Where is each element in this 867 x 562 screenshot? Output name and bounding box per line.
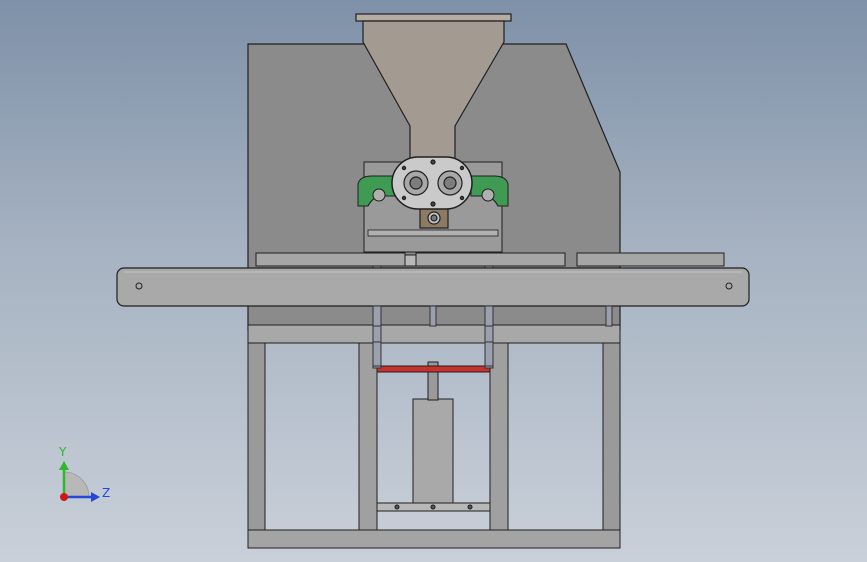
mount-crossbar [367, 229, 499, 237]
cad-viewport[interactable]: Y Z [0, 0, 867, 562]
triad-z-label: Z [102, 486, 110, 500]
coordinate-triad: Y Z [58, 445, 110, 502]
triad-x-axis [60, 493, 68, 501]
conveyor-belt[interactable] [116, 267, 750, 307]
triad-quadrant [63, 471, 90, 498]
red-crossbar [376, 365, 491, 373]
tray-plates [255, 252, 725, 267]
triad-y-label: Y [58, 445, 67, 459]
inner-support [376, 361, 491, 512]
machine-model[interactable]: Y Z [0, 0, 867, 562]
